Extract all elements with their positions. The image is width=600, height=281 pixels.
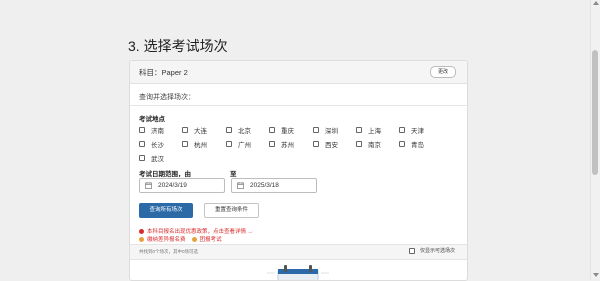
search-sessions-button[interactable]: 查询所有场次 [139, 203, 193, 218]
checkbox[interactable] [356, 126, 362, 133]
discount-notice-link[interactable]: 本科目报名出现优惠政策，点击查看详情 → [139, 227, 253, 235]
change-subject-button[interactable]: 更改 [430, 66, 456, 78]
location-label: 考试地点 [139, 116, 165, 123]
page-title: 3. 选择考试场次 [128, 38, 228, 54]
checkbox[interactable] [269, 140, 275, 147]
results-summary: 共找到0个场次，其中0场可选 [139, 249, 199, 254]
session-selection-card: 科目：Paper 2 更改 查询并选择场次： 考试地点 济南 大连 北京 重庆 … [129, 60, 468, 281]
checkbox[interactable] [408, 247, 415, 254]
location-option-qingdao[interactable]: 青岛 [399, 139, 424, 149]
checkbox[interactable] [226, 140, 232, 147]
location-option-hangzhou[interactable]: 杭州 [182, 139, 207, 149]
query-hint: 查询并选择场次： [139, 94, 195, 101]
location-option-tianjin[interactable]: 天津 [399, 125, 424, 135]
location-option-xian[interactable]: 西安 [313, 139, 338, 149]
date-to-label: 至 [230, 171, 237, 178]
scrollbar-thumb[interactable] [592, 50, 598, 175]
location-option-suzhou[interactable]: 苏州 [269, 139, 294, 149]
empty-state-calendar-illustration [267, 265, 329, 280]
checkbox[interactable] [356, 140, 362, 147]
calendar-icon [237, 182, 244, 189]
page-scrollbar[interactable] [590, 0, 600, 279]
location-option-beijing[interactable]: 北京 [226, 125, 251, 135]
location-option-nanjing[interactable]: 南京 [356, 139, 381, 149]
checkbox[interactable] [139, 154, 145, 161]
scroll-up-icon[interactable] [593, 1, 599, 5]
checkbox[interactable] [399, 140, 405, 147]
divider [130, 105, 467, 106]
card-header: 科目：Paper 2 更改 [130, 61, 467, 84]
reset-query-button[interactable]: 重置查询条件 [204, 203, 259, 218]
location-option-chongqing[interactable]: 重庆 [269, 125, 294, 135]
checkbox[interactable] [182, 126, 188, 133]
location-option-dalian[interactable]: 大连 [182, 125, 207, 135]
checkbox[interactable] [182, 140, 188, 147]
checkbox[interactable] [313, 126, 319, 133]
notice-links-row: 缴纳差异报名费 团报考试 [139, 235, 222, 243]
location-option-jinan[interactable]: 济南 [139, 125, 164, 135]
warning-dot-icon [139, 228, 144, 234]
checkbox[interactable] [139, 140, 145, 147]
location-option-changsha[interactable]: 长沙 [139, 139, 164, 149]
scroll-down-icon[interactable] [593, 273, 599, 277]
checkbox[interactable] [313, 140, 319, 147]
fee-difference-link[interactable]: 缴纳差异报名费 [147, 235, 186, 243]
location-option-guangzhou[interactable]: 广州 [226, 139, 251, 149]
checkbox[interactable] [226, 126, 232, 133]
location-option-wuhan[interactable]: 武汉 [139, 153, 164, 163]
calendar-icon [145, 182, 152, 189]
location-option-shenzhen[interactable]: 深圳 [313, 125, 338, 135]
group-exam-link[interactable]: 团报考试 [200, 235, 222, 243]
checkbox[interactable] [399, 126, 405, 133]
date-from-input[interactable]: 2024/3/19 [139, 178, 225, 193]
date-from-value: 2024/3/19 [158, 182, 187, 189]
location-option-shanghai[interactable]: 上海 [356, 125, 381, 135]
fee-dot-icon [139, 236, 144, 242]
available-only-toggle[interactable]: 仅显示可选场次 [408, 247, 455, 254]
date-from-label: 考试日期范围，由 [139, 171, 191, 178]
checkbox[interactable] [269, 126, 275, 133]
date-to-value: 2025/3/18 [250, 182, 279, 189]
date-to-input[interactable]: 2025/3/18 [231, 178, 317, 193]
checkbox[interactable] [139, 126, 145, 133]
group-dot-icon [191, 236, 197, 242]
subject-label: 科目：Paper 2 [139, 68, 188, 77]
results-bar: 共找到0个场次，其中0场可选 仅显示可选场次 [130, 244, 467, 260]
